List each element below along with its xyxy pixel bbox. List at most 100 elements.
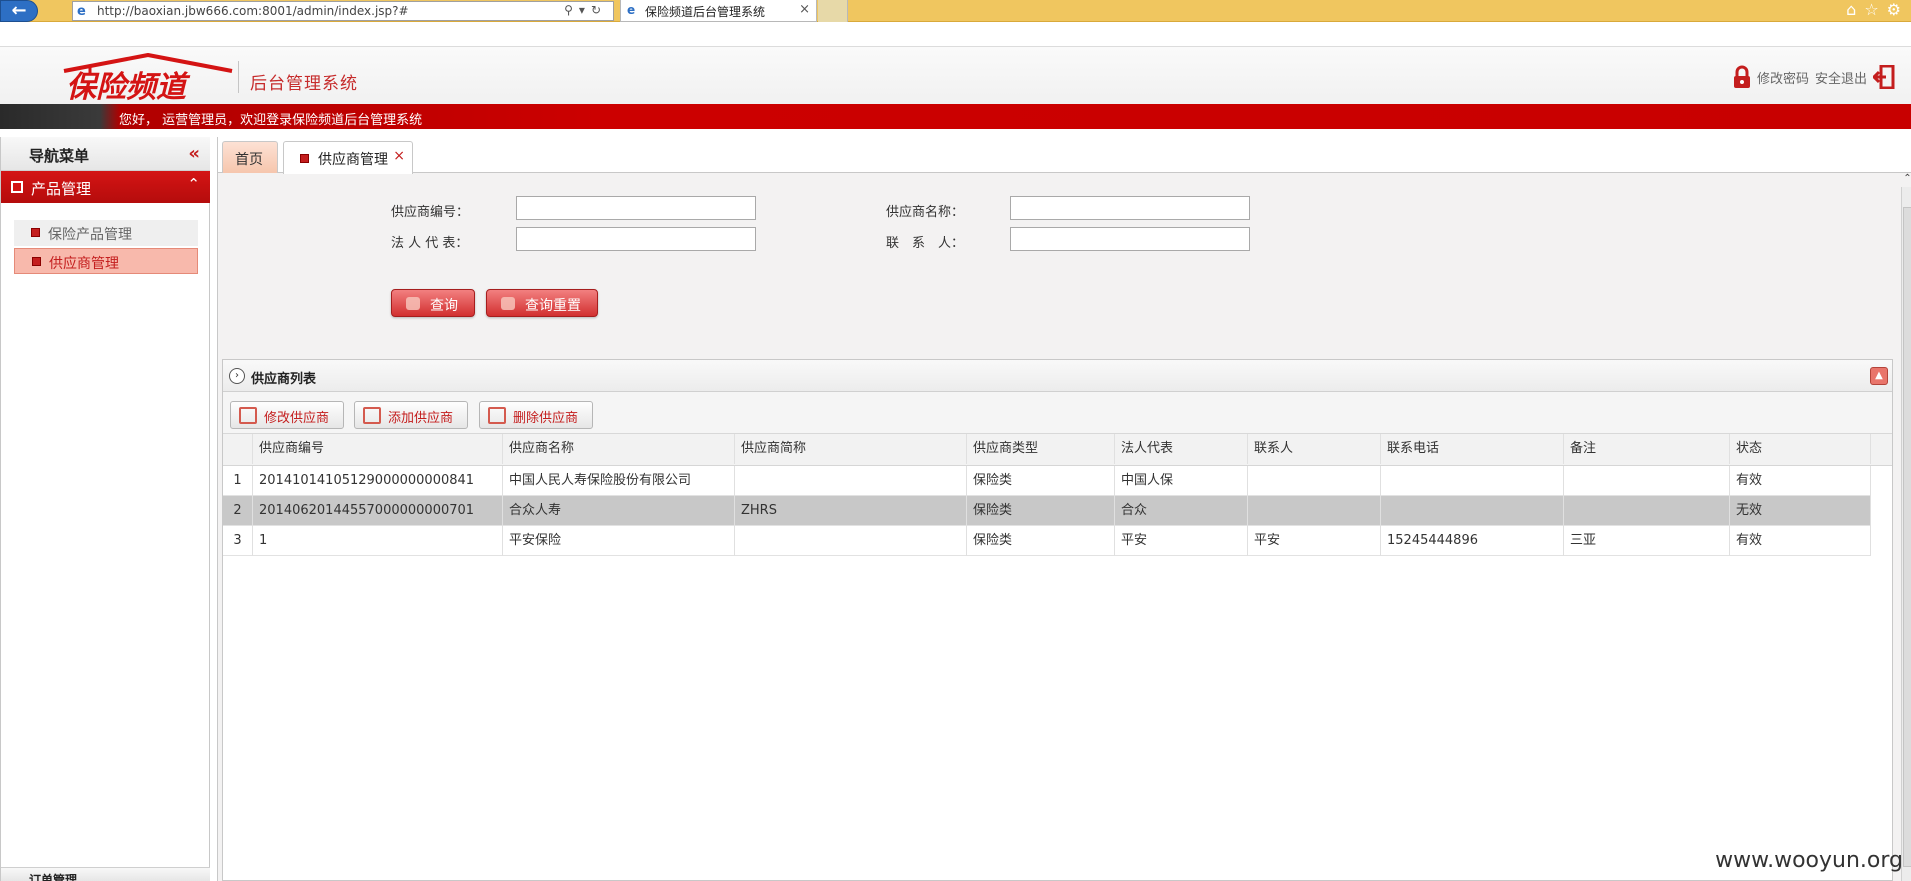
left-nav-panel: 导航菜单 « 产品管理 ⌃ 保险产品管理 供应商管理 订单管理 (0, 137, 210, 881)
welcome-text: 您好， 运营管理员，欢迎登录保险频道后台管理系统 (119, 113, 423, 128)
nav-item-label: 保险产品管理 (48, 227, 132, 243)
header-supplier-short[interactable]: 供应商简称 (735, 434, 967, 464)
cell-contact: 平安 (1248, 526, 1381, 556)
gear-icon[interactable]: ⚙ (1887, 0, 1909, 19)
header-actions: 修改密码 安全退出 (1733, 63, 1895, 91)
list-circle-icon: › (229, 368, 245, 384)
header-supplier-type[interactable]: 供应商类型 (967, 434, 1115, 464)
header-remark[interactable]: 备注 (1564, 434, 1730, 464)
header-rownum (223, 434, 253, 464)
tab-page-icon (300, 154, 309, 163)
tab-supplier-label: 供应商管理 (318, 152, 388, 168)
ie-icon: e (77, 4, 86, 19)
cell-supplier-short (735, 526, 967, 556)
header-contact[interactable]: 联系人 (1248, 434, 1381, 464)
header-supplier-name[interactable]: 供应商名称 (503, 434, 735, 464)
cell-supplier-name: 平安保险 (503, 526, 735, 556)
nav-section-orders[interactable]: 订单管理 (1, 867, 210, 881)
welcome-bar: 您好， 运营管理员，欢迎登录保险频道后台管理系统 (0, 104, 1911, 129)
search-button[interactable]: 查询 (391, 289, 475, 317)
system-title: 后台管理系统 (250, 74, 358, 94)
lock-icon (1733, 65, 1750, 88)
new-tab-button[interactable] (818, 0, 848, 22)
header-legal-rep[interactable]: 法人代表 (1115, 434, 1248, 464)
dropdown-icon[interactable]: ▾ (579, 3, 591, 17)
address-actions: ⚲▾↻ (564, 3, 607, 17)
search-icon (406, 297, 420, 310)
refresh-icon[interactable]: ↻ (591, 3, 607, 17)
section-icon (11, 181, 23, 193)
table-header: 供应商编号 供应商名称 供应商简称 供应商类型 法人代表 联系人 联系电话 备注… (223, 434, 1892, 466)
cell-supplier-type: 保险类 (967, 496, 1115, 526)
address-bar[interactable]: e http://baoxian.jbw666.com:8001/admin/i… (72, 1, 614, 21)
collapse-left-icon[interactable]: « (188, 143, 200, 164)
ie-tab-icon: e (627, 3, 636, 17)
scrollbar-thumb[interactable] (1903, 207, 1911, 867)
nav-item-supplier-management[interactable]: 供应商管理 (14, 248, 198, 274)
svg-text:保险频道: 保险频道 (66, 70, 191, 101)
edit-supplier-button[interactable]: 修改供应商 (230, 401, 344, 429)
nav-item-icon (31, 228, 40, 237)
browser-tab-title: 保险频道后台管理系统 (645, 5, 766, 19)
cell-supplier-code: 20141014105129000000000841 (253, 466, 503, 496)
nav-section-title: 产品管理 (31, 180, 92, 198)
back-arrow-icon[interactable]: ← (0, 0, 38, 22)
change-password-link[interactable]: 修改密码 (1757, 68, 1809, 87)
delete-supplier-button[interactable]: 删除供应商 (479, 401, 593, 429)
row-number: 1 (223, 466, 253, 496)
tab-supplier-management[interactable]: 供应商管理 × (283, 141, 413, 174)
header-status[interactable]: 状态 (1730, 434, 1871, 464)
logout-link[interactable]: 安全退出 (1815, 68, 1867, 87)
close-tab-icon[interactable]: × (799, 2, 810, 17)
table-row[interactable]: 3 1 平安保险 保险类 平安 平安 15245444896 三亚 有效 (223, 526, 1871, 556)
cell-legal-rep: 中国人保 (1115, 466, 1248, 496)
chevron-up-icon[interactable]: ⌃ (187, 175, 200, 193)
star-icon[interactable]: ☆ (1864, 0, 1886, 19)
nav-section-orders-label: 订单管理 (29, 873, 78, 881)
nav-section-product[interactable]: 产品管理 ⌃ (1, 171, 210, 203)
nav-item-label: 供应商管理 (49, 256, 119, 272)
contact-input[interactable] (1010, 227, 1250, 251)
nav-item-insurance-products[interactable]: 保险产品管理 (14, 220, 198, 246)
cell-legal-rep: 合众 (1115, 496, 1248, 526)
browser-tab[interactable]: e 保险频道后台管理系统 × (620, 0, 817, 22)
supplier-name-label: 供应商名称： (886, 205, 965, 220)
panel-title: 供应商列表 (251, 372, 317, 387)
cell-remark (1564, 496, 1730, 526)
scroll-up-icon[interactable]: ⌃ (1902, 173, 1911, 185)
reset-button[interactable]: 查询重置 (486, 289, 598, 317)
add-supplier-button[interactable]: 添加供应商 (354, 401, 468, 429)
header-supplier-code[interactable]: 供应商编号 (253, 434, 503, 464)
supplier-name-input[interactable] (1010, 196, 1250, 220)
browser-toolbar: ← → e http://baoxian.jbw666.com:8001/adm… (0, 0, 1911, 22)
collapse-panel-icon[interactable]: ▲ (1870, 367, 1888, 385)
content-scrollbar[interactable]: ⌃ (1901, 173, 1911, 881)
grid-toolbar: 修改供应商 添加供应商 删除供应商 (223, 392, 1892, 434)
search-button-label: 查询 (430, 298, 458, 314)
cell-contact (1248, 496, 1381, 526)
table-row[interactable]: 1 20141014105129000000000841 中国人民人寿保险股份有… (223, 466, 1871, 496)
logout-icon[interactable] (1873, 65, 1895, 89)
content-tabbar: 首页 供应商管理 × (218, 137, 1911, 174)
legal-rep-input[interactable] (516, 227, 756, 251)
edit-icon (239, 407, 257, 424)
main-content: 首页 供应商管理 × 供应商编号： 供应商名称： 法 人 代 表： 联 系 人：… (217, 137, 1911, 881)
add-icon (363, 407, 381, 424)
cell-remark (1564, 466, 1730, 496)
header-phone[interactable]: 联系电话 (1381, 434, 1564, 464)
close-tab-icon[interactable]: × (393, 148, 405, 164)
cell-supplier-name: 中国人民人寿保险股份有限公司 (503, 466, 735, 496)
address-url[interactable]: http://baoxian.jbw666.com:8001/admin/ind… (97, 4, 409, 18)
reset-button-label: 查询重置 (525, 298, 581, 314)
cell-phone: 15245444896 (1381, 526, 1564, 556)
tab-home[interactable]: 首页 (222, 141, 278, 173)
supplier-code-input[interactable] (516, 196, 756, 220)
site-logo: 保险频道 (63, 53, 233, 101)
add-supplier-label: 添加供应商 (388, 411, 454, 426)
home-icon[interactable]: ⌂ (1846, 0, 1864, 19)
browser-icons: ⌂☆⚙ (1846, 0, 1909, 19)
cell-supplier-code: 20140620144557000000000701 (253, 496, 503, 526)
table-row[interactable]: 2 20140620144557000000000701 合众人寿 ZHRS 保… (223, 496, 1871, 526)
panel-header: › 供应商列表 ▲ (223, 360, 1892, 392)
search-icon[interactable]: ⚲ (564, 3, 579, 17)
